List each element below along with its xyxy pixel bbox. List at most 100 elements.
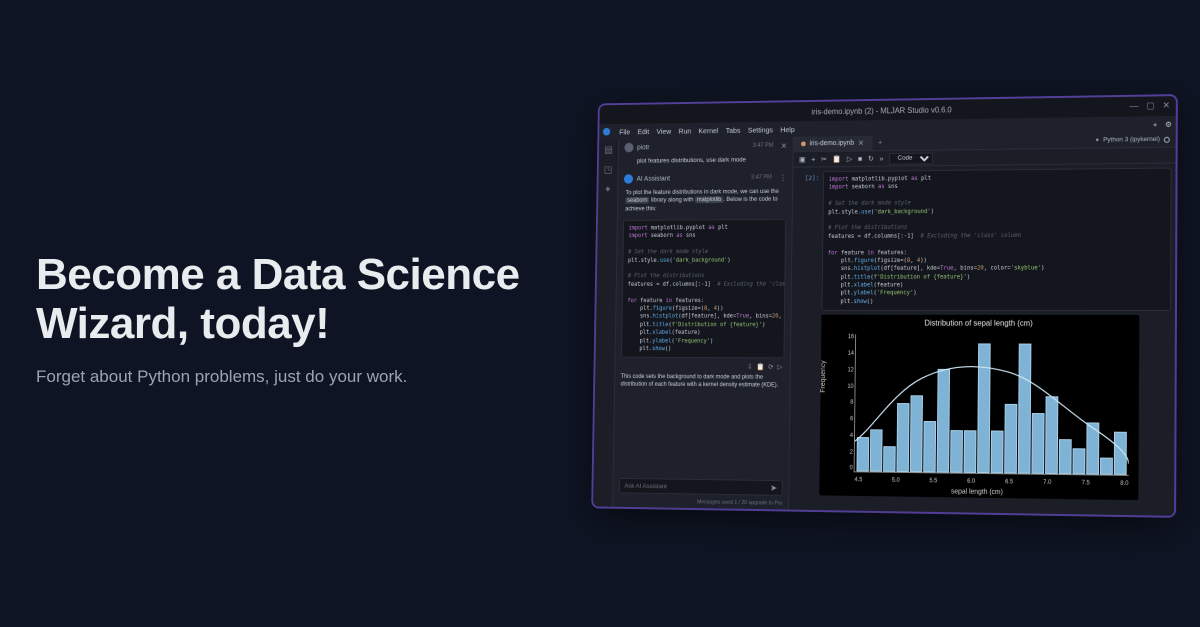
send-icon[interactable]: ➤ xyxy=(770,482,777,493)
lib-seaborn: seaborn xyxy=(625,197,649,204)
window-title: iris-demo.ipynb (2) - MLJAR Studio v0.6.… xyxy=(811,105,951,116)
menu-kernel[interactable]: Kernel xyxy=(698,126,718,135)
y-ticks: 1614121086420 xyxy=(834,334,854,471)
histogram-bar xyxy=(883,446,896,472)
app-window: iris-demo.ipynb (2) - MLJAR Studio v0.6.… xyxy=(593,96,1176,516)
menu-edit[interactable]: Edit xyxy=(637,127,649,136)
histogram-bar xyxy=(950,430,963,473)
code-regenerate-icon[interactable]: ⟳ xyxy=(768,363,774,371)
rail-running-icon[interactable]: ◳ xyxy=(604,165,613,176)
user-time: 3:47 PM xyxy=(753,143,774,149)
histogram-bar xyxy=(856,437,869,472)
maximize-button[interactable]: ▢ xyxy=(1146,100,1154,111)
histogram-bar xyxy=(1100,457,1113,475)
histogram-bar xyxy=(1018,344,1032,474)
tb-restart-icon[interactable]: ↻ xyxy=(868,154,874,163)
hero-subtitle: Forget about Python problems, just do yo… xyxy=(36,367,576,387)
minimize-button[interactable]: — xyxy=(1129,101,1138,112)
chat-panel: piotr 3:47 PM ✕ plot features distributi… xyxy=(613,137,794,510)
ai-intro-text: To plot the feature distributions in dar… xyxy=(618,186,792,217)
ai-code-block: import matplotlib.pyplot as plt import s… xyxy=(621,219,786,359)
app-icon xyxy=(603,128,610,136)
menu-settings[interactable]: Settings xyxy=(748,125,773,134)
histogram-bar xyxy=(1045,396,1058,475)
ai-name: AI Assistant xyxy=(637,175,670,182)
plot-ylabel: Frequency xyxy=(820,360,827,392)
rail-ai-icon[interactable]: ✦ xyxy=(604,185,612,196)
histogram-bar xyxy=(870,429,883,472)
histogram-bar xyxy=(1114,431,1127,475)
app-body: ▤ ◳ ✦ piotr 3:47 PM ✕ plot features dist… xyxy=(593,132,1176,516)
code-cell[interactable]: [2]: import matplotlib.pyplot as plt imp… xyxy=(795,168,1171,312)
histogram-bar xyxy=(1072,448,1085,474)
code-download-icon[interactable]: ⇩ xyxy=(747,363,753,371)
tb-cut-icon[interactable]: ✂ xyxy=(821,155,827,164)
ai-message-header: AI Assistant 3:47 PM ⋮ xyxy=(618,169,792,188)
ai-time: 3:47 PM xyxy=(751,175,772,181)
histogram-bar xyxy=(991,430,1004,474)
tb-copy-icon[interactable]: 📋 xyxy=(832,155,841,164)
histogram-bar xyxy=(1031,413,1044,474)
tb-run-icon[interactable]: ▷ xyxy=(847,154,853,163)
window-controls: — ▢ ✕ xyxy=(1129,100,1169,111)
code-toolbar: ⇩ 📋 ⟳ ▷ xyxy=(615,361,790,373)
user-avatar xyxy=(624,143,633,153)
plot-area: 1614121086420 4.55.05.56.06.57.07.58.0 xyxy=(854,335,1130,477)
plot-output: Distribution of sepal length (cm) Freque… xyxy=(819,315,1139,500)
cell-code[interactable]: import matplotlib.pyplot as plt import s… xyxy=(822,168,1172,312)
settings-icon[interactable]: ⚙ xyxy=(1165,119,1172,128)
hero-title-line2: Wizard, today! xyxy=(36,299,329,348)
x-ticks: 4.55.05.56.06.57.07.58.0 xyxy=(854,477,1128,487)
hero: Become a Data Science Wizard, today! For… xyxy=(36,250,576,387)
menu-view[interactable]: View xyxy=(656,127,671,136)
lib-matplotlib: matplotlib xyxy=(695,197,723,204)
ai-menu-button[interactable]: ⋮ xyxy=(779,173,787,182)
ask-placeholder: Ask AI Assistant xyxy=(624,482,667,489)
rail-files-icon[interactable]: ▤ xyxy=(604,145,613,156)
ai-avatar xyxy=(624,174,633,184)
cell-type-select[interactable]: Code xyxy=(889,152,933,164)
histogram-bar xyxy=(1004,404,1017,474)
code-copy-icon[interactable]: 📋 xyxy=(756,363,764,371)
code-run-icon[interactable]: ▷ xyxy=(777,364,782,372)
chat-status: Messages used 1 / 20 upgrade to Pro xyxy=(613,497,788,509)
menu-run[interactable]: Run xyxy=(678,126,691,135)
menu-help[interactable]: Help xyxy=(780,125,794,134)
kernel-status-icon xyxy=(1164,136,1170,142)
histogram-bar xyxy=(937,369,950,473)
histogram-bar xyxy=(1086,422,1099,475)
ask-ai-input[interactable]: Ask AI Assistant ➤ xyxy=(619,478,783,496)
user-name: piotr xyxy=(637,144,650,151)
notebook-content: [2]: import matplotlib.pyplot as plt imp… xyxy=(789,164,1176,516)
ai-footer-text: This code sets the background to dark mo… xyxy=(615,372,790,392)
menu-file[interactable]: File xyxy=(619,127,630,136)
histogram-bar xyxy=(896,403,909,472)
user-message-header: piotr 3:47 PM ✕ xyxy=(619,137,793,156)
dismiss-message-button[interactable]: ✕ xyxy=(781,141,787,150)
histogram-bars xyxy=(855,335,1130,476)
hero-title: Become a Data Science Wizard, today! xyxy=(36,250,576,349)
histogram-bar xyxy=(977,343,991,473)
notebook-tab[interactable]: iris-demo.ipynb ✕ xyxy=(794,136,873,151)
tab-dirty-icon xyxy=(801,141,806,146)
histogram-bar xyxy=(1059,439,1072,474)
histogram-bar xyxy=(923,421,936,473)
kernel-indicator[interactable]: ● Python 3 (ipykernel) xyxy=(1089,136,1175,144)
close-button[interactable]: ✕ xyxy=(1162,100,1169,111)
hero-title-line1: Become a Data Science xyxy=(36,250,520,299)
kernel-name: Python 3 (ipykernel) xyxy=(1103,136,1160,144)
plot-xlabel: sepal length (cm) xyxy=(819,487,1138,499)
histogram-bar xyxy=(964,430,977,473)
tb-add-icon[interactable]: + xyxy=(811,155,815,164)
notebook-panel: iris-demo.ipynb ✕ + ● Python 3 (ipykerne… xyxy=(789,132,1176,516)
tb-stop-icon[interactable]: ■ xyxy=(858,154,862,163)
tb-runall-icon[interactable]: » xyxy=(879,154,883,163)
menu-tabs[interactable]: Tabs xyxy=(726,126,741,135)
tab-close-button[interactable]: ✕ xyxy=(858,139,864,148)
plot-title: Distribution of sepal length (cm) xyxy=(821,319,1139,328)
histogram-bar xyxy=(910,395,923,473)
tab-filename: iris-demo.ipynb xyxy=(809,140,854,147)
tb-save-icon[interactable]: ▣ xyxy=(799,155,806,164)
new-launcher-button[interactable]: + xyxy=(1153,120,1157,129)
new-tab-button[interactable]: + xyxy=(873,139,888,146)
